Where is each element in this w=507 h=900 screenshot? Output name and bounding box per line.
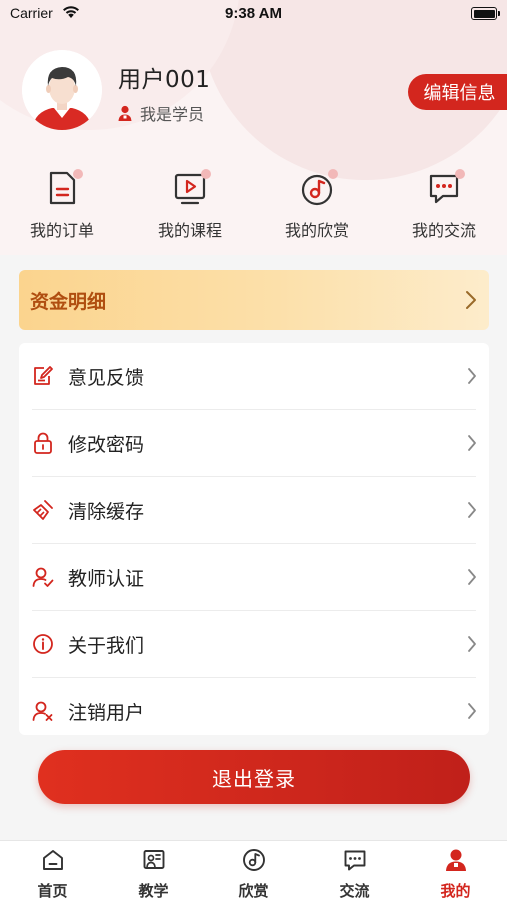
broom-icon [33,500,53,520]
user-role: 我是学员 [118,102,204,124]
badge-dot [201,169,211,179]
menu-item-delete-account[interactable]: 注销用户 [19,678,489,735]
clock: 9:38 AM [225,5,282,22]
quick-entry-chat[interactable]: 我的交流 [389,168,499,244]
logout-button[interactable]: 退出登录 [38,750,470,804]
chevron-right-icon [468,636,476,652]
menu-item-about-us[interactable]: 关于我们 [19,611,489,678]
tab-bar: 首页 教学 欣赏 交流 我的 [0,840,507,900]
quick-entry-orders[interactable]: 我的订单 [7,168,117,244]
menu-item-feedback[interactable]: 意见反馈 [19,343,489,410]
quick-entry-appreciation[interactable]: 我的欣赏 [262,168,372,244]
menu-item-label: 关于我们 [68,635,145,657]
tab-label: 欣赏 [238,882,269,900]
quick-entry-label: 我的交流 [411,221,476,240]
quick-entry-label: 我的课程 [157,221,222,240]
chat-icon [344,850,366,871]
tab-teaching[interactable]: 教学 [103,841,204,900]
menu-item-teacher-verify[interactable]: 教师认证 [19,544,489,611]
settings-menu: 意见反馈 修改密码 清除缓存 教师认证 关于我们 注销用户 [19,343,489,735]
quick-entry-courses[interactable]: 我的课程 [135,168,245,244]
menu-item-label: 意见反馈 [68,367,145,389]
lock-icon [34,432,52,454]
tab-label: 我的 [440,882,471,900]
teaching-icon [143,850,165,869]
menu-item-change-password[interactable]: 修改密码 [19,410,489,477]
chevron-right-icon [466,291,476,309]
tab-profile[interactable]: 我的 [405,841,506,900]
avatar-image [22,50,102,130]
chevron-right-icon [468,703,476,719]
student-icon [118,105,132,121]
quick-entry-label: 我的欣赏 [284,221,349,240]
quick-entries: 我的订单 我的课程 我的欣赏 我的交流 [0,168,507,248]
quick-entry-label: 我的订单 [29,221,94,240]
feedback-icon [34,366,53,385]
avatar[interactable] [22,50,102,130]
menu-item-label: 教师认证 [68,568,145,590]
home-icon [43,850,63,870]
fund-detail-row[interactable]: 资金明细 [19,270,489,330]
edit-info-button[interactable]: 编辑信息 [408,74,507,110]
chevron-right-icon [468,368,476,384]
chevron-right-icon [468,569,476,585]
tab-label: 交流 [339,882,370,900]
tab-appreciation[interactable]: 欣赏 [203,841,304,900]
user-remove-icon [32,701,53,721]
tab-label: 教学 [138,882,169,900]
badge-dot [328,169,338,179]
menu-item-clear-cache[interactable]: 清除缓存 [19,477,489,544]
tab-home[interactable]: 首页 [2,841,103,900]
tab-chat[interactable]: 交流 [304,841,405,900]
role-text: 我是学员 [140,105,205,124]
username: 用户001 [118,67,211,93]
profile-icon [446,849,466,871]
battery-icon [471,7,500,20]
badge-dot [73,169,83,179]
menu-item-label: 注销用户 [68,702,145,724]
status-bar: Carrier 9:38 AM [0,0,507,30]
info-icon [33,634,53,654]
tab-label: 首页 [37,882,68,900]
badge-dot [455,169,465,179]
chevron-right-icon [468,502,476,518]
teacher-verify-icon [32,567,54,587]
menu-item-label: 清除缓存 [68,501,145,523]
fund-detail-label: 资金明细 [30,290,107,313]
appreciation-icon [243,849,265,871]
menu-item-label: 修改密码 [68,434,145,456]
chevron-right-icon [468,435,476,451]
